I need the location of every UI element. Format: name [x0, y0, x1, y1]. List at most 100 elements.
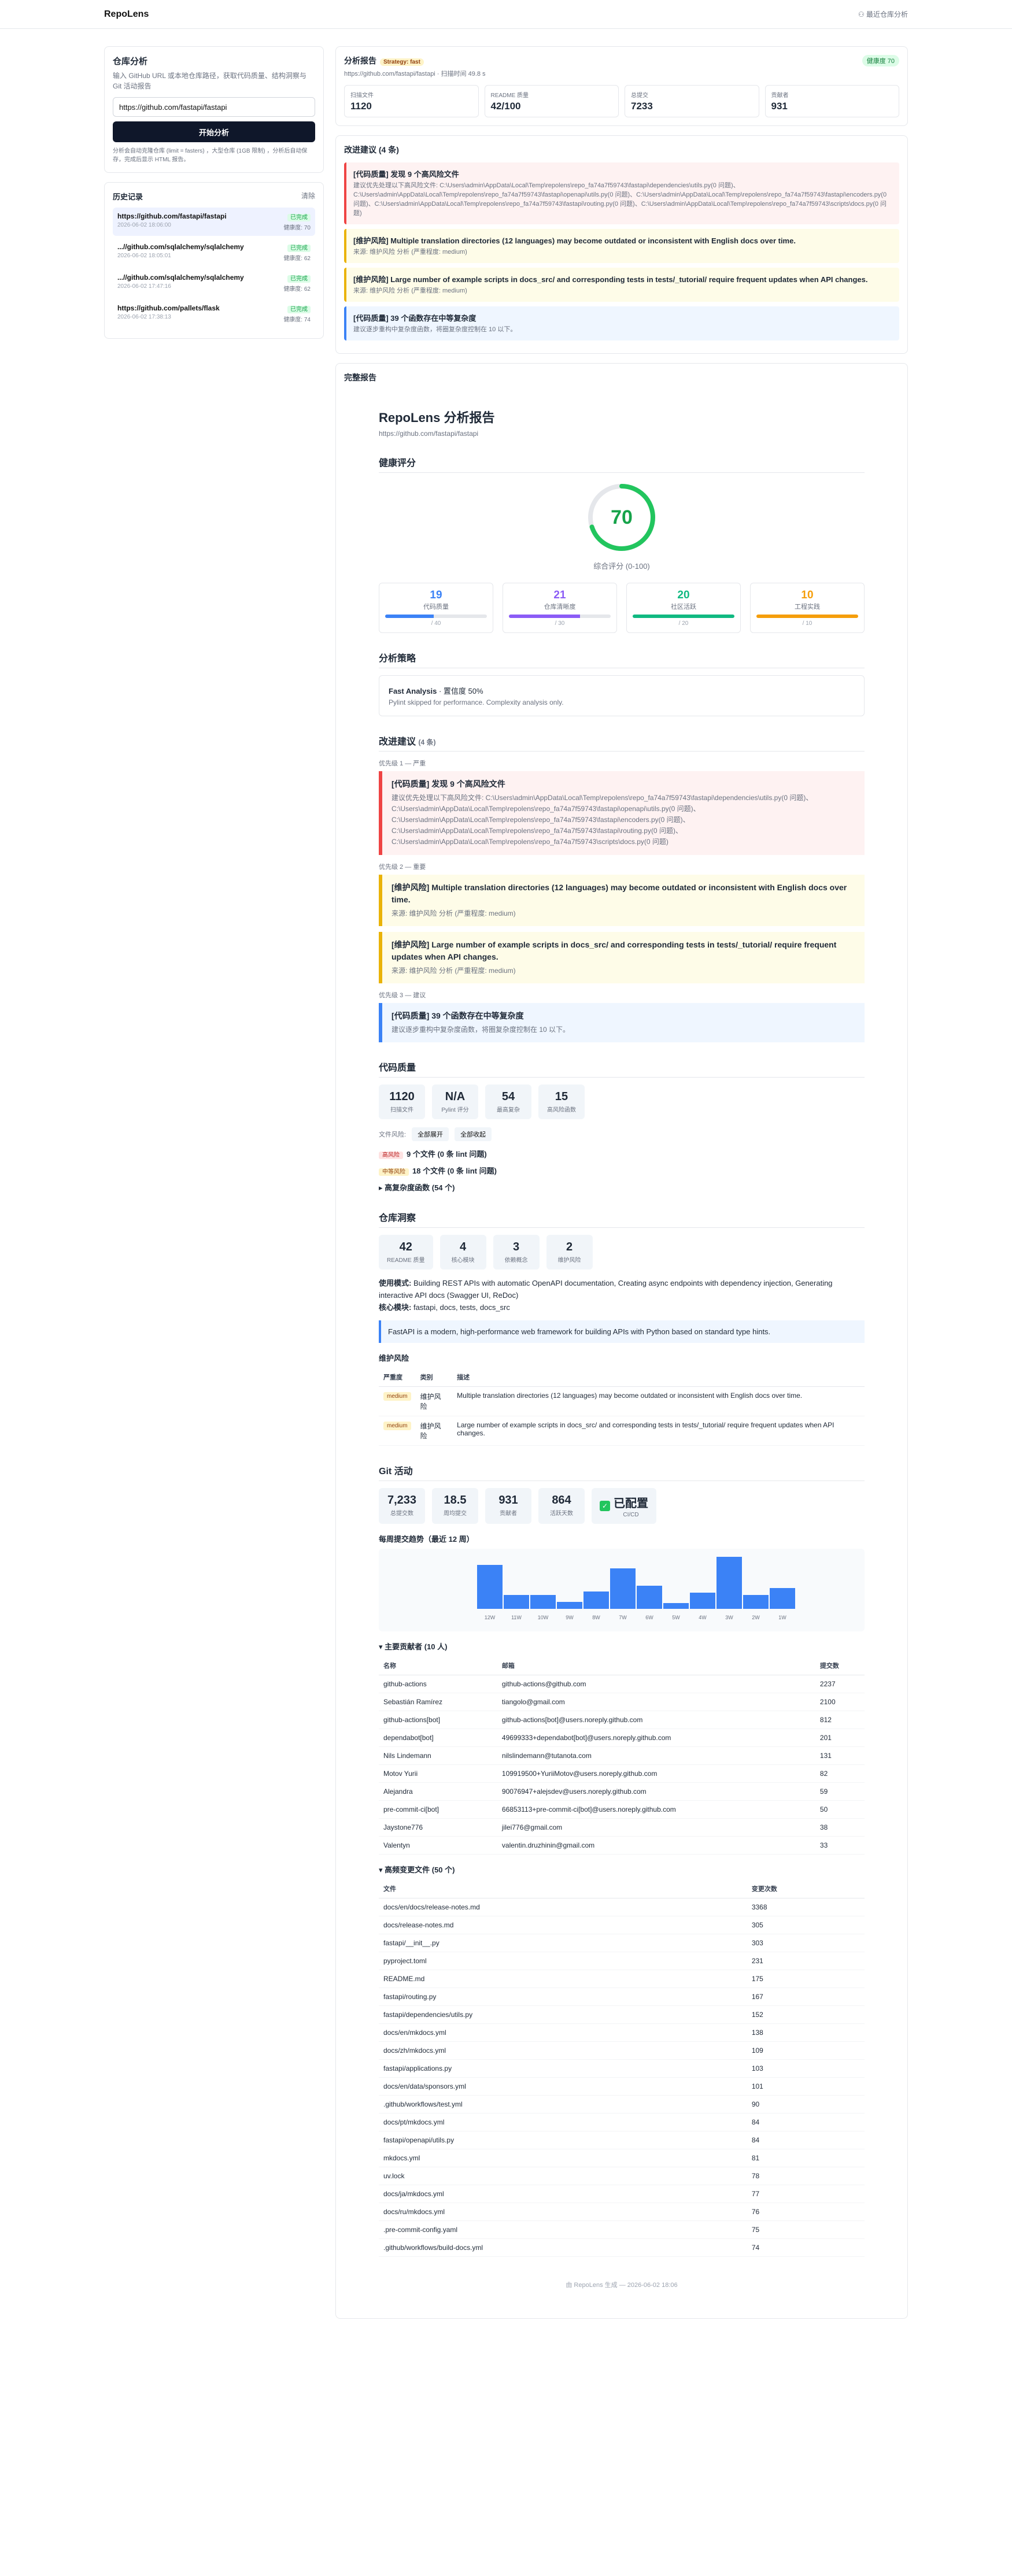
score-label: 综合评分 (0-100) — [593, 561, 650, 571]
history-url: ...//github.com/sqlalchemy/sqlalchemy — [117, 243, 244, 251]
file-row: README.md 175 — [379, 1970, 865, 1989]
dimension-bar — [633, 614, 734, 618]
contributor-row: Motov Yurii 109919500+YuriiMotov@users.no… — [379, 1764, 865, 1783]
file-cell: 152 — [747, 2005, 865, 2024]
quality-item[interactable]: ▸ 高复杂度函数 (54 个) — [379, 1182, 865, 1193]
kpi-card: 931 贡献者 — [485, 1488, 531, 1524]
weekly-bar — [530, 1595, 556, 1609]
check-icon: ✓ — [600, 1501, 610, 1512]
file-row: fastapi/routing.py 167 — [379, 1987, 865, 2007]
kpi-card: N/A Pylint 评分 — [432, 1085, 478, 1120]
contributor-cell: valentin.druzhinin@gmail.com — [497, 1836, 815, 1855]
risk-category: 维护风险 — [415, 1386, 453, 1417]
file-cell: docs/en/data/sponsors.yml — [379, 2077, 747, 2096]
collapse-all-button[interactable]: 全部收起 — [455, 1127, 492, 1142]
strategy-box: Fast Analysis · 置信度 50% Pylint skipped f… — [379, 675, 865, 716]
file-cell: pyproject.toml — [379, 1952, 747, 1971]
expand-all-button[interactable]: 全部展开 — [412, 1127, 449, 1142]
ci-text: 已配置 CI/CD — [614, 1494, 648, 1518]
history-time: 2026-06-02 17:47:16 — [117, 283, 171, 290]
table-header: 邮箱 — [497, 1656, 815, 1676]
contributor-cell: Jaystone776 — [379, 1818, 497, 1837]
contributors-title[interactable]: ▾ 主要贡献者 (10 人) — [379, 1641, 865, 1652]
recommendation-desc: 来源: 维护风险 分析 (严重程度: medium) — [353, 248, 467, 256]
stat-label: 贡献者 — [771, 92, 789, 99]
history-title: 历史记录 — [113, 193, 143, 201]
history-item[interactable]: https://github.com/fastapi/fastapi 2026-0… — [113, 208, 315, 236]
history-item[interactable]: ...//github.com/sqlalchemy/sqlalchemy 202… — [113, 269, 315, 297]
file-row: .github/workflows/build-docs.yml 74 — [379, 2238, 865, 2257]
weekly-bar — [770, 1588, 795, 1609]
priority-1-label: 优先级 1 — 严重 — [379, 760, 426, 767]
weekly-tick-label: 8W — [592, 1615, 600, 1620]
start-analysis-button[interactable]: 开始分析 — [113, 121, 315, 142]
ci-kpi: ✓ 已配置 CI/CD — [592, 1488, 656, 1524]
file-cell: fastapi/applications.py — [379, 2059, 747, 2078]
analyze-title: 仓库分析 — [113, 57, 148, 66]
stat-value: 42/100 — [490, 101, 521, 112]
brand-logo[interactable]: RepoLens — [104, 9, 149, 20]
table-header: 严重度 — [379, 1368, 416, 1387]
dimension-value: 20 — [677, 589, 690, 601]
files-table: 文件 变更次数 docs/en/docs/release-notes.md 3368 d… — [379, 1879, 865, 2257]
main-panel: 分析报告 Strategy: fast https://github.com/fa… — [335, 46, 908, 2319]
repo-url-input[interactable] — [113, 97, 315, 117]
recommendation-item: [代码质量] 39 个函数存在中等复杂度 建议逐步重构中复杂度函数，将圈复杂度控制… — [344, 306, 899, 340]
report-doc-url[interactable]: https://github.com/fastapi/fastapi — [379, 430, 865, 438]
report-rec-title: [代码质量] 发现 9 个高风险文件 — [391, 779, 505, 789]
strategy-section-title: 分析策略 — [379, 650, 865, 668]
contributor-row: Valentyn valentin.druzhinin@gmail.com 33 — [379, 1836, 865, 1855]
analyze-hint: 分析会自动克隆仓库 (limit = fasters) ，大型仓库 (1GB 限… — [113, 148, 308, 163]
recent-repos-link[interactable]: ⚇ 最近仓库分析 — [858, 9, 908, 19]
stat-card: README 质量 42/100 — [484, 85, 619, 117]
contributor-cell: Valentyn — [379, 1836, 497, 1855]
history-item[interactable]: https://github.com/pallets/flask 2026-06-… — [113, 299, 315, 328]
kpi-value: 42 — [399, 1241, 412, 1254]
risk-row: medium 维护风险 Multiple translation directori… — [379, 1386, 865, 1417]
score-value: 70 — [611, 506, 633, 528]
dimension-label: 代码质量 — [423, 603, 449, 610]
kpi-value: 7,233 — [387, 1494, 417, 1507]
kpi-card: 864 活跃天数 — [538, 1488, 585, 1524]
file-row: pyproject.toml 231 — [379, 1952, 865, 1971]
file-row: docs/en/mkdocs.yml 138 — [379, 2023, 865, 2042]
history-item-meta: 已完成健康度: 62 — [283, 273, 311, 293]
contributor-cell: pre-commit-ci[bot] — [379, 1800, 497, 1819]
file-cell: 76 — [747, 2203, 865, 2222]
weekly-tick-label: 7W — [619, 1615, 627, 1620]
kpi-label: 高风险函数 — [547, 1107, 576, 1114]
history-item-meta: 已完成 健康度: 70 — [283, 212, 311, 231]
contributor-cell: 66853113+pre-commit-ci[bot]@users.norepl… — [497, 1800, 815, 1819]
clear-history-button[interactable]: 清除 — [301, 191, 315, 202]
risk-desc: Large number of example scripts in docs_… — [452, 1416, 865, 1446]
contributor-cell: github-actions[bot]@users.noreply.github… — [497, 1711, 815, 1730]
history-card: 历史记录 清除 https://github.com/fastapi/fasta… — [104, 182, 324, 339]
file-cell: 81 — [747, 2149, 865, 2168]
history-score: 健康度: 62 — [283, 286, 311, 293]
contributor-cell: 2237 — [815, 1675, 865, 1694]
file-cell: 90 — [747, 2095, 865, 2114]
status-badge: 已完成 — [287, 275, 311, 283]
kpi-value: 3 — [513, 1241, 520, 1254]
files-title[interactable]: ▾ 高频变更文件 (50 个) — [379, 1864, 865, 1875]
weekly-bar — [583, 1592, 609, 1609]
file-cell: 77 — [747, 2185, 865, 2204]
history-item[interactable]: ...//github.com/sqlalchemy/sqlalchemy 202… — [113, 238, 315, 267]
recommendation-title: [维护风险] Multiple translation directories … — [353, 236, 796, 245]
kpi-card: 54 最高复杂 — [485, 1085, 531, 1120]
table-header: 变更次数 — [747, 1879, 865, 1899]
file-row: fastapi/__init__.py 303 — [379, 1934, 865, 1953]
kpi-value: 864 — [552, 1494, 571, 1507]
priority-3-label: 优先级 3 — 建议 — [379, 991, 426, 999]
quality-item[interactable]: 高风险 9 个文件 (0 条 lint 问题) — [379, 1148, 865, 1160]
recommendation-item: [维护风险] Multiple translation directories … — [344, 228, 899, 263]
contributor-cell: 2100 — [815, 1693, 865, 1712]
history-url: ...//github.com/sqlalchemy/sqlalchemy — [117, 273, 244, 282]
file-row: docs/zh/mkdocs.yml 109 — [379, 2041, 865, 2060]
contributors-table: 名称 邮箱 提交数 github-actions github-actions@gith… — [379, 1656, 865, 1855]
dimension-bar — [385, 614, 487, 618]
severity-badge: medium — [383, 1392, 411, 1401]
quality-item[interactable]: 中等风险 18 个文件 (0 条 lint 问题) — [379, 1165, 865, 1176]
report-recommendation: [维护风险] Large number of example scripts i… — [379, 931, 865, 983]
kpi-card: 42 README 质量 — [379, 1235, 433, 1270]
